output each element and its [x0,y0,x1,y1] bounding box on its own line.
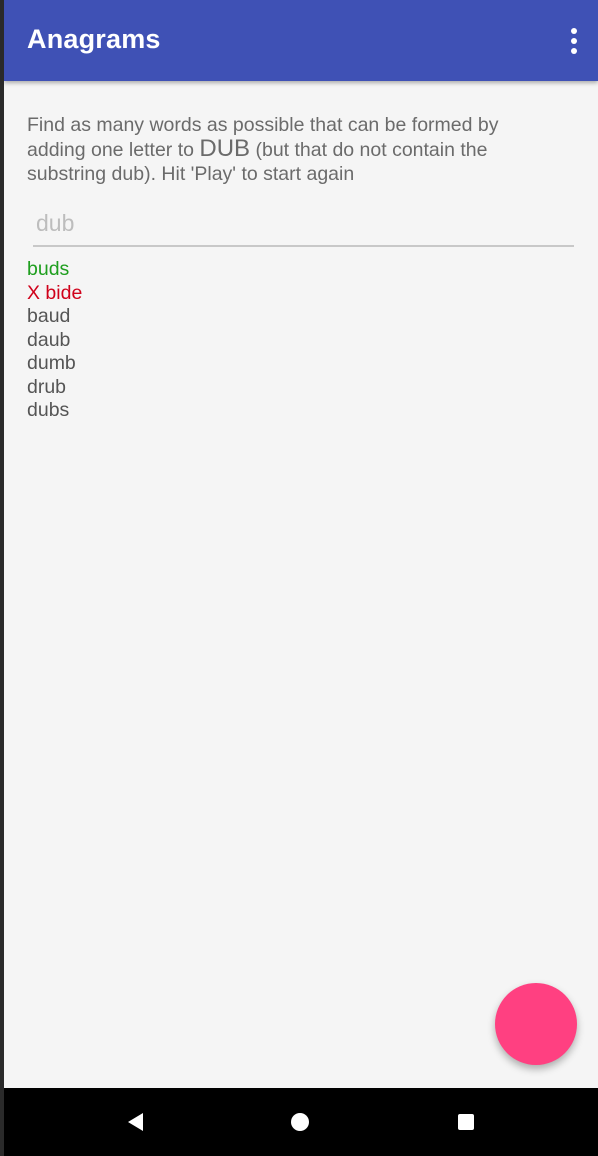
guess-list: buds X bide baud daub dumb drub dubs [27,258,82,423]
recents-square-icon[interactable] [458,1114,474,1130]
app-bar: Anagrams [4,0,598,81]
guess-item: dubs [27,399,70,421]
app-title: Anagrams [27,24,161,54]
back-triangle-icon[interactable] [128,1113,143,1131]
guess-item: drub [27,375,67,398]
app-screen: Anagrams Find as many words as possible … [4,0,598,1156]
guess-item: daub [27,328,71,351]
home-circle-icon[interactable] [291,1113,309,1131]
guess-item: baud [27,305,71,327]
more-vert-icon[interactable] [568,28,580,54]
guess-item: dumb [27,352,76,374]
guess-item: X bide [27,281,83,304]
instructions-text: Find as many words as possible that can … [27,113,547,186]
guess-input[interactable] [33,205,574,247]
play-button[interactable] [495,983,577,1065]
guess-item: buds [27,258,70,280]
navigation-bar [4,1088,598,1156]
target-word: DUB [199,135,251,162]
